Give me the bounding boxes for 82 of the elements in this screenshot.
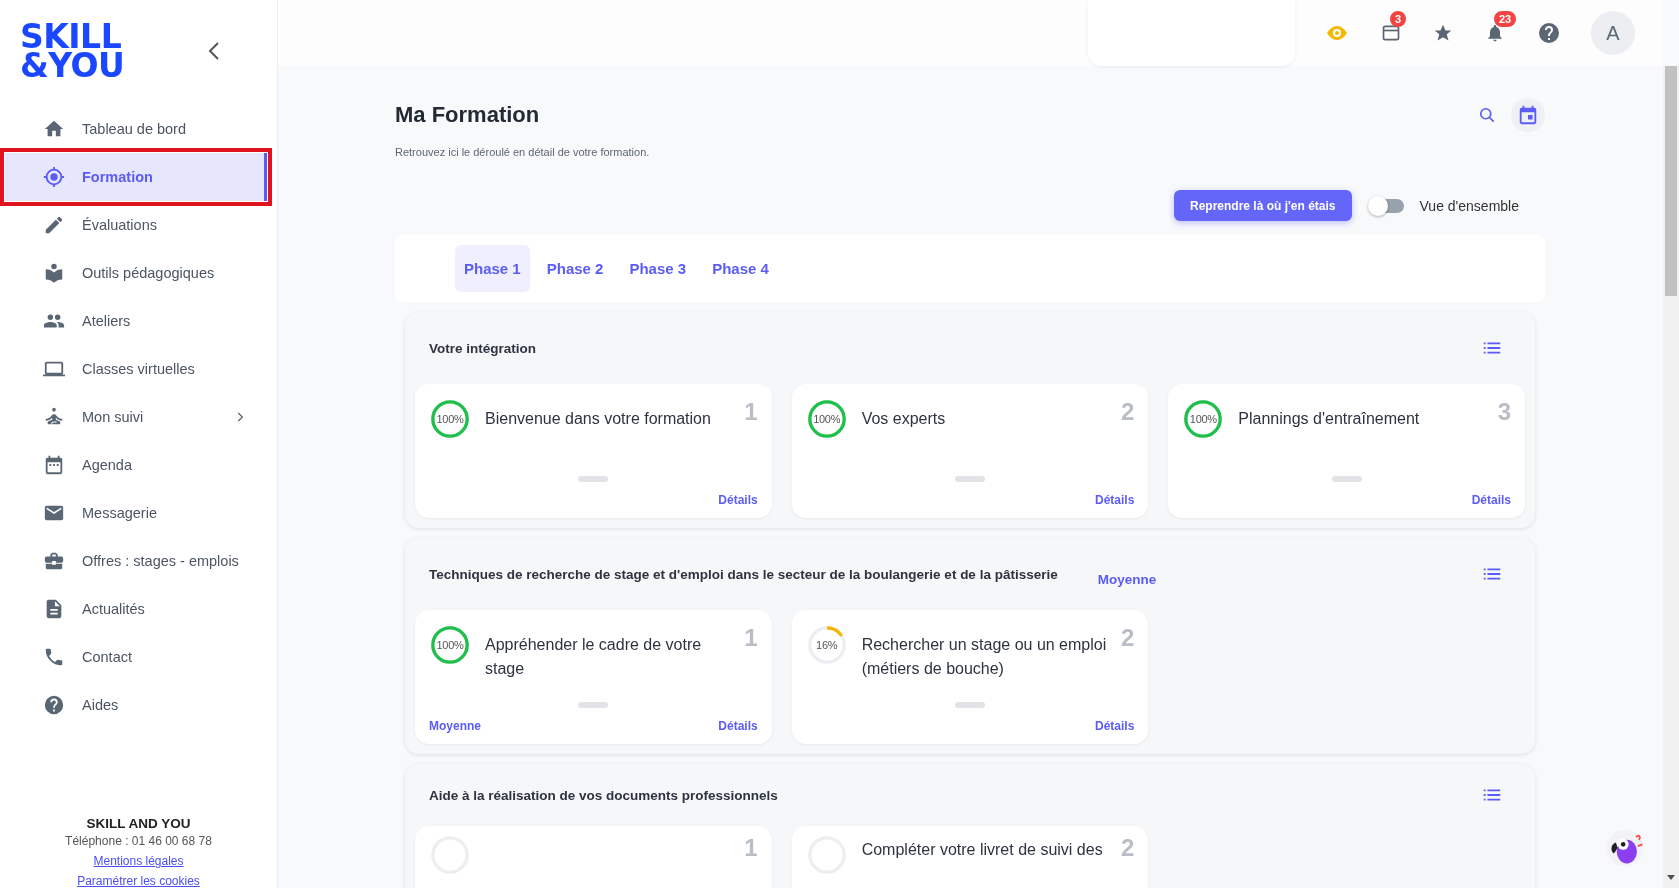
nav-icon bbox=[43, 214, 65, 236]
module-number: 2 bbox=[1120, 398, 1135, 426]
nav-icon bbox=[43, 550, 65, 572]
nav-item[interactable]: Évaluations bbox=[5, 201, 267, 249]
notification-badge: 23 bbox=[1494, 11, 1517, 27]
drag-handle[interactable] bbox=[578, 702, 609, 708]
progress-ring: 100% bbox=[429, 624, 471, 666]
calendar-button[interactable] bbox=[1511, 98, 1545, 132]
company-name: SKILL AND YOU bbox=[86, 816, 191, 831]
module-card[interactable]: 100% Plannings d'entraînement 3 Détails bbox=[1168, 384, 1525, 518]
drag-handle[interactable] bbox=[1331, 476, 1362, 482]
drag-handle[interactable] bbox=[578, 476, 609, 482]
module-title: Bienvenue dans votre formation bbox=[485, 409, 712, 429]
module-title: Compléter votre livret de suivi des bbox=[861, 840, 1104, 860]
star-icon[interactable] bbox=[1433, 23, 1453, 43]
section-title: Techniques de recherche de stage et d'emploi dans le secteur de la boulangerie et de la pâtisserie bbox=[429, 566, 1058, 582]
notification-badge: 3 bbox=[1390, 11, 1407, 27]
calendar-icon bbox=[1517, 104, 1539, 126]
avatar[interactable]: A bbox=[1591, 11, 1635, 55]
module-card[interactable]: 100% Appréhender le cadre de votre stage 1 Moyenne Détails bbox=[415, 610, 772, 744]
difficulty-label: Moyenne bbox=[429, 719, 481, 733]
nav-item[interactable]: Messagerie bbox=[5, 489, 267, 537]
footer-link[interactable]: Paramétrer les cookies bbox=[77, 874, 200, 888]
drag-handle[interactable] bbox=[955, 476, 985, 482]
module-card[interactable]: 16% Rechercher un stage ou un emploi (métiers de bouche) 2 Détails bbox=[791, 610, 1149, 744]
progress-ring: 16% bbox=[805, 624, 848, 666]
module-card[interactable]: 100% Bienvenue dans votre formation 1 Détails bbox=[415, 384, 772, 518]
nav-item[interactable]: Mon suivi bbox=[5, 393, 267, 441]
nav-item[interactable]: Aides bbox=[5, 681, 267, 729]
nav-icon bbox=[43, 454, 65, 476]
details-link[interactable]: Détails bbox=[718, 493, 758, 507]
details-link[interactable]: Détails bbox=[718, 719, 758, 733]
details-link[interactable]: Détails bbox=[1471, 493, 1511, 507]
drag-handle[interactable] bbox=[955, 702, 985, 708]
module-card[interactable]: Compléter votre livret de suivi des 2 bbox=[791, 826, 1149, 888]
progress-ring: 100% bbox=[805, 398, 848, 440]
phase-tab[interactable]: Phase 4 bbox=[703, 245, 778, 292]
phase-tab[interactable]: Phase 3 bbox=[620, 245, 696, 292]
module-title: Plannings d'entraînement bbox=[1238, 409, 1421, 429]
scrollbar[interactable] bbox=[1663, 66, 1679, 888]
phase-tab[interactable]: Phase 1 bbox=[455, 245, 530, 292]
module-title: Appréhender le cadre de votre stage bbox=[485, 635, 703, 679]
bell-icon[interactable] bbox=[1485, 23, 1505, 43]
phone-number: Téléphone : 01 46 00 68 78 bbox=[65, 834, 212, 848]
difficulty-label: Moyenne bbox=[1097, 571, 1157, 587]
module-card[interactable]: 100% Vos experts 2 Détails bbox=[791, 384, 1149, 518]
nav-item[interactable]: Contact bbox=[5, 633, 267, 681]
nav-item[interactable]: Ateliers bbox=[5, 297, 267, 345]
nav-item[interactable]: Outils pédagogiques bbox=[5, 249, 267, 297]
module-number: 1 bbox=[744, 398, 758, 426]
nav-icon bbox=[43, 694, 65, 716]
toggle-switch[interactable] bbox=[1371, 198, 1404, 213]
phase-tab[interactable]: Phase 2 bbox=[537, 245, 613, 292]
module-number: 1 bbox=[744, 834, 758, 862]
toggle-label: Vue d'ensemble bbox=[1419, 197, 1519, 214]
resume-button[interactable]: Reprendre là où j'en étais bbox=[1173, 190, 1352, 221]
details-link[interactable]: Détails bbox=[1094, 493, 1135, 507]
nav-item[interactable]: Offres : stages - emplois bbox=[5, 537, 267, 585]
section-title: Votre intégration bbox=[429, 340, 536, 356]
nav-icon bbox=[43, 646, 65, 668]
nav-icon bbox=[43, 166, 65, 188]
page-subtitle: Retrouvez ici le déroulé en détail de votre formation. bbox=[395, 146, 651, 158]
logo: SKILL &YOU bbox=[20, 22, 125, 80]
module-number: 3 bbox=[1497, 398, 1511, 426]
nav-icon bbox=[43, 262, 65, 284]
module-title: Rechercher un stage ou un emploi (métiers de bouche) bbox=[861, 635, 1107, 679]
nav-item[interactable]: Classes virtuelles bbox=[5, 345, 267, 393]
footer-link[interactable]: Mentions légales bbox=[93, 854, 184, 868]
module-number: 2 bbox=[1120, 624, 1135, 652]
nav-item[interactable]: Agenda bbox=[5, 441, 267, 489]
module-number: 1 bbox=[744, 624, 758, 652]
nav-item[interactable]: Tableau de bord bbox=[5, 105, 267, 153]
progress-ring: 100% bbox=[1182, 398, 1225, 440]
search-icon[interactable] bbox=[1477, 105, 1497, 125]
page-title: Ma Formation bbox=[395, 102, 540, 128]
help-icon[interactable] bbox=[1537, 21, 1561, 45]
section-title: Aide à la réalisation de vos documents professionnels bbox=[429, 787, 778, 803]
module-title: Vos experts bbox=[861, 409, 947, 429]
nav-item[interactable]: Actualités bbox=[5, 585, 267, 633]
module-number: 2 bbox=[1120, 834, 1135, 862]
progress-ring: 100% bbox=[429, 398, 471, 440]
details-link[interactable]: Détails bbox=[1094, 719, 1135, 733]
